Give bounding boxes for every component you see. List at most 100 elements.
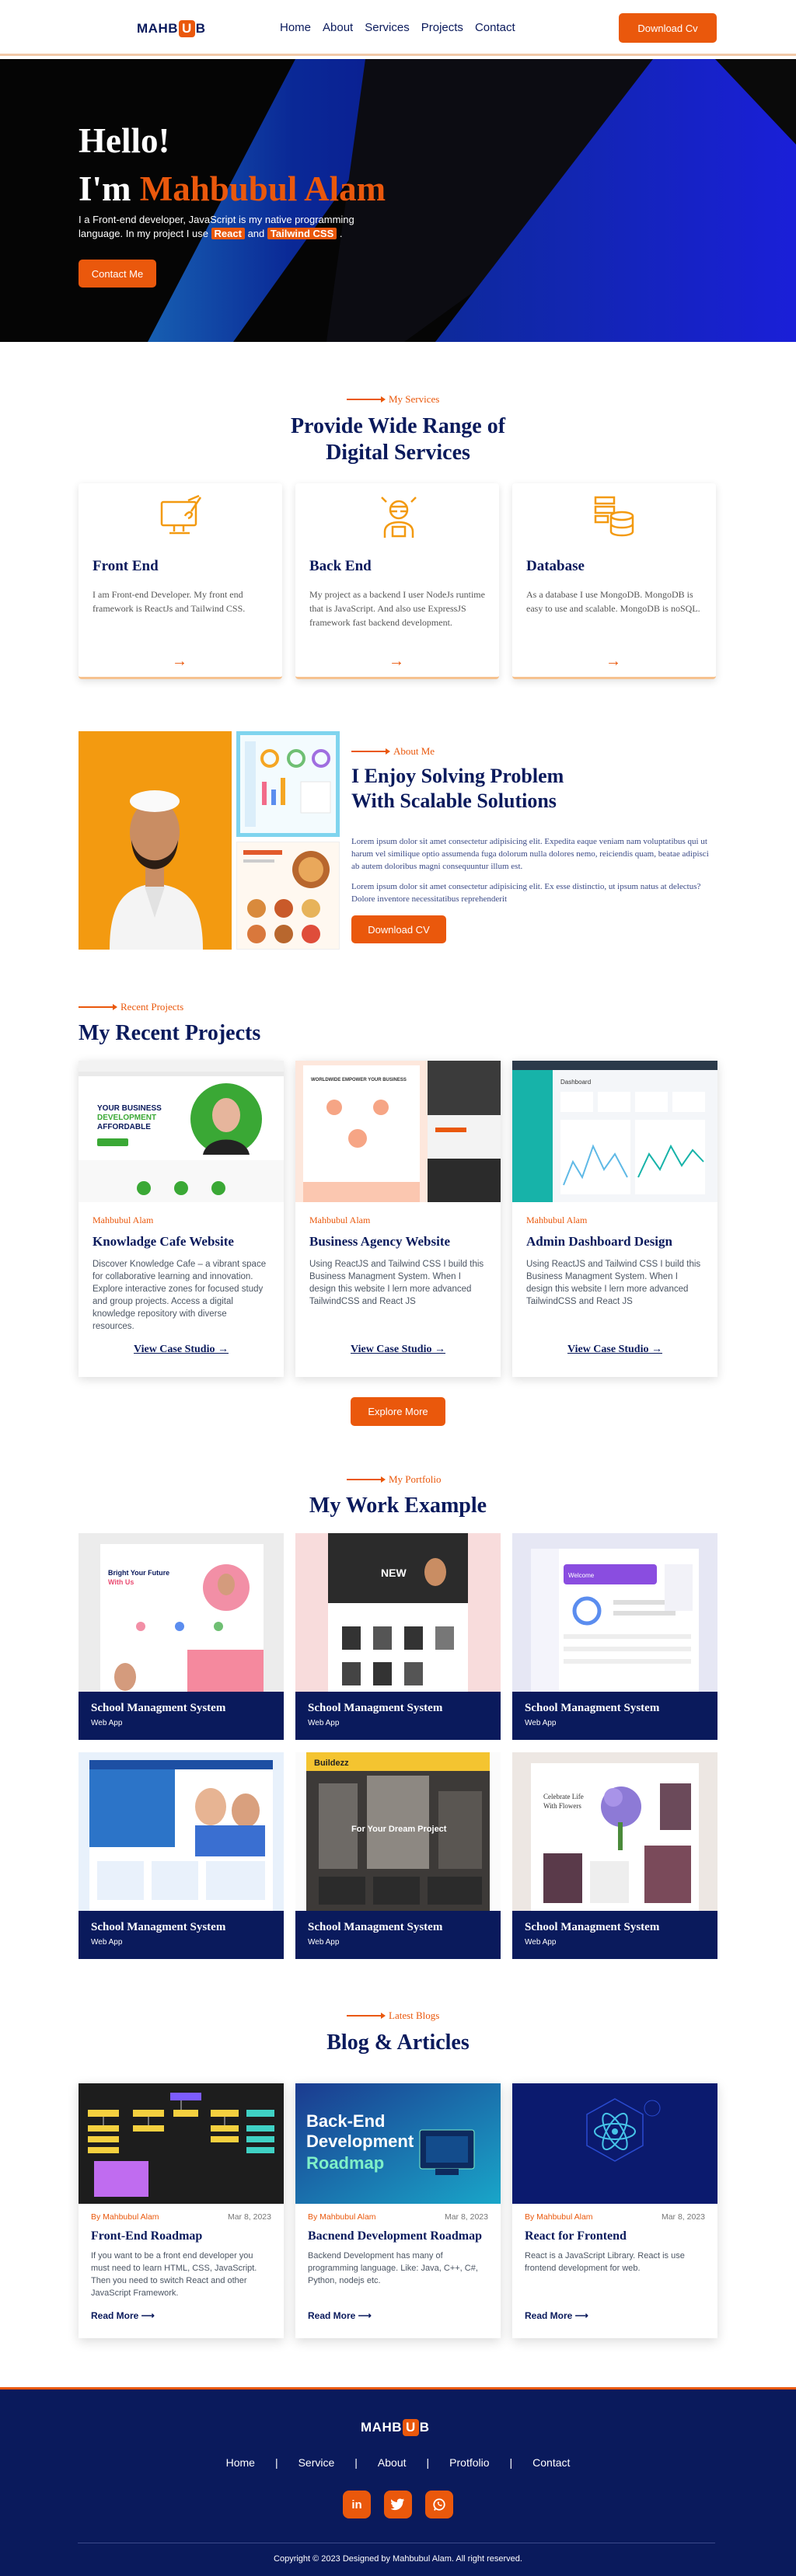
- service-text: I am Front-end Developer. My front end f…: [93, 589, 246, 614]
- portfolio-title-text: School Managment System: [525, 1921, 660, 1933]
- portfolio-kicker: My Portfolio: [347, 1473, 442, 1486]
- nav-item-services[interactable]: Services: [365, 21, 410, 34]
- portfolio-item[interactable]: NEW School Managment System Web App: [295, 1533, 501, 1748]
- svg-text:For Your Dream Project: For Your Dream Project: [351, 1825, 447, 1834]
- portfolio-item[interactable]: School Managment System Web App: [79, 1752, 284, 1967]
- hero-section: Hello! I'm Mahbubul Alam I a Front-end d…: [0, 59, 796, 342]
- nav-item-about[interactable]: About: [323, 21, 353, 34]
- svg-text:DEVELOPMENT: DEVELOPMENT: [97, 1114, 156, 1122]
- portfolio-caption: School Managment System Web App: [295, 1692, 501, 1740]
- blogs-title: Blog & Articles: [326, 2030, 470, 2055]
- service-text: As a database I use MongoDB. MongoDB is …: [526, 589, 700, 614]
- portfolio-kicker-text: My Portfolio: [389, 1473, 442, 1485]
- monitor-brush-icon: [160, 494, 202, 535]
- download-cv-button[interactable]: Download Cv: [619, 13, 717, 43]
- food-app-preview-image: [236, 842, 340, 950]
- services-title-line1: Provide Wide Range of: [290, 414, 506, 438]
- profile-illustration: [79, 731, 232, 950]
- twitter-bird-glyph: [391, 2498, 405, 2511]
- site-footer: MAHB U B Home | Service | About | Protfoli…: [0, 2387, 796, 2576]
- kicker-arrow-icon: [347, 2013, 386, 2019]
- portfolio-subtitle: Web App: [308, 1719, 340, 1727]
- footer-link-portfolio[interactable]: Protfolio: [449, 2456, 489, 2469]
- blogs-kicker: Latest Blogs: [347, 2010, 439, 2022]
- backend-roadmap-image: Back-EndDevelopment Roadmap: [295, 2083, 501, 2204]
- portfolio-subtitle: Web App: [308, 1938, 340, 1947]
- portfolio-item[interactable]: Bright Your Future With Us School Managme…: [79, 1533, 284, 1748]
- about-paragraph-2: Lorem ipsum dolor sit amet consectetur a…: [351, 882, 701, 904]
- linkedin-glyph: in: [351, 2498, 362, 2512]
- blog-excerpt: React is a JavaScript Library. React is …: [525, 2251, 685, 2273]
- nav-item-home[interactable]: Home: [280, 21, 311, 34]
- portfolio-mockup: Buildezz For Your Dream Project: [295, 1752, 501, 1911]
- food-thumbnail: [237, 842, 339, 949]
- blog-image: Back-End Development Roadmap: [295, 2083, 501, 2204]
- portfolio-subtitle: Web App: [91, 1938, 123, 1947]
- portfolio-item[interactable]: Welcome School Managment System Web App: [512, 1533, 717, 1748]
- blog-meta: By Mahbubul Alam Mar 8, 2023: [91, 2212, 271, 2222]
- nav-item-contact[interactable]: Contact: [475, 21, 515, 34]
- about-title-line2: With Scalable Solutions: [351, 790, 557, 812]
- footer-link-about[interactable]: About: [378, 2456, 407, 2469]
- hero-headline: I'm Mahbubul Alam: [79, 168, 386, 210]
- projects-kicker: Recent Projects: [79, 1001, 183, 1013]
- service-title: Back End: [309, 558, 372, 574]
- portfolio-caption: School Managment System Web App: [512, 1692, 717, 1740]
- database-icon: [594, 496, 634, 537]
- portfolio-mockup: Bright Your FutureWith Us: [79, 1533, 284, 1692]
- footer-link-home[interactable]: Home: [226, 2456, 255, 2469]
- twitter-icon[interactable]: [384, 2491, 412, 2518]
- blog-card-backend-roadmap: Back-End Development Roadmap By Mahbubul A…: [295, 2083, 501, 2338]
- kicker-arrow-icon: [79, 1004, 117, 1010]
- portfolio-caption: School Managment System Web App: [79, 1911, 284, 1959]
- logo-text-start: MAHB: [137, 21, 178, 36]
- footer-link-contact[interactable]: Contact: [532, 2456, 570, 2469]
- view-case-study-link[interactable]: View Case Studio →: [295, 1344, 501, 1356]
- view-case-study-link[interactable]: View Case Studio →: [79, 1344, 284, 1356]
- services-kicker: My Services: [347, 393, 439, 406]
- svg-text:YOUR BUSINESS: YOUR BUSINESS: [97, 1104, 162, 1113]
- footer-nav: Home | Service | About | Protfolio | Con…: [0, 2456, 796, 2469]
- footer-logo[interactable]: MAHB U B: [361, 2419, 430, 2436]
- arrow-right-icon[interactable]: →: [606, 653, 621, 671]
- blog-author: By Mahbubul Alam: [308, 2212, 376, 2222]
- project-mockup: YOUR BUSINESS DEVELOPMENT AFFORDABLE: [79, 1061, 284, 1202]
- portfolio-subtitle: Web App: [525, 1719, 557, 1727]
- hero-greeting: Hello!: [79, 121, 170, 160]
- site-logo[interactable]: MAHB U B: [137, 20, 206, 37]
- arrow-right-icon[interactable]: →: [172, 653, 187, 671]
- blog-title: React for Frontend: [525, 2229, 627, 2243]
- about-title-line1: I Enjoy Solving Problem: [351, 765, 564, 787]
- portfolio-screenshot: [79, 1752, 284, 1911]
- about-download-cv-button[interactable]: Download CV: [351, 915, 446, 943]
- hero-name: Mahbubul Alam: [139, 169, 386, 208]
- portfolio-screenshot: Welcome: [512, 1533, 717, 1692]
- portfolio-caption: School Managment System Web App: [79, 1692, 284, 1740]
- service-card-frontend: Front End I am Front-end Developer. My f…: [79, 483, 282, 679]
- explore-more-button[interactable]: Explore More: [351, 1397, 445, 1426]
- hero-prefix: I'm: [79, 169, 140, 208]
- view-case-study-link[interactable]: View Case Studio →: [512, 1344, 717, 1356]
- svg-text:WORLDWIDE EMPOWER YOUR BUSINES: WORLDWIDE EMPOWER YOUR BUSINESS: [311, 1078, 407, 1082]
- portfolio-item[interactable]: Buildezz For Your Dream Project School Ma…: [295, 1752, 501, 1967]
- footer-link-service[interactable]: Service: [298, 2456, 335, 2469]
- read-more-link[interactable]: Read More ⟶: [91, 2310, 155, 2321]
- kicker-arrow-icon: [351, 748, 390, 755]
- read-more-link[interactable]: Read More ⟶: [525, 2310, 588, 2321]
- portfolio-item[interactable]: Celebrate Life With Flowers School Managm…: [512, 1752, 717, 1967]
- portfolio-title-text: School Managment System: [91, 1921, 226, 1933]
- linkedin-icon[interactable]: in: [343, 2491, 371, 2518]
- react-logo-image: [512, 2083, 717, 2204]
- service-text: My project as a backend I user NodeJs ru…: [309, 589, 485, 628]
- whatsapp-icon[interactable]: [425, 2491, 453, 2518]
- portfolio-subtitle: Web App: [91, 1719, 123, 1727]
- read-more-link[interactable]: Read More ⟶: [308, 2310, 372, 2321]
- developer-icon: [381, 497, 417, 538]
- services-kicker-text: My Services: [389, 393, 440, 405]
- arrow-right-icon[interactable]: →: [389, 653, 404, 671]
- blog-card-frontend-roadmap: By Mahbubul Alam Mar 8, 2023 Front-End Ro…: [79, 2083, 284, 2338]
- contact-me-button[interactable]: Contact Me: [79, 260, 156, 288]
- project-title: Admin Dashboard Design: [526, 1234, 672, 1249]
- blog-date: Mar 8, 2023: [444, 2212, 488, 2222]
- nav-item-projects[interactable]: Projects: [421, 21, 463, 34]
